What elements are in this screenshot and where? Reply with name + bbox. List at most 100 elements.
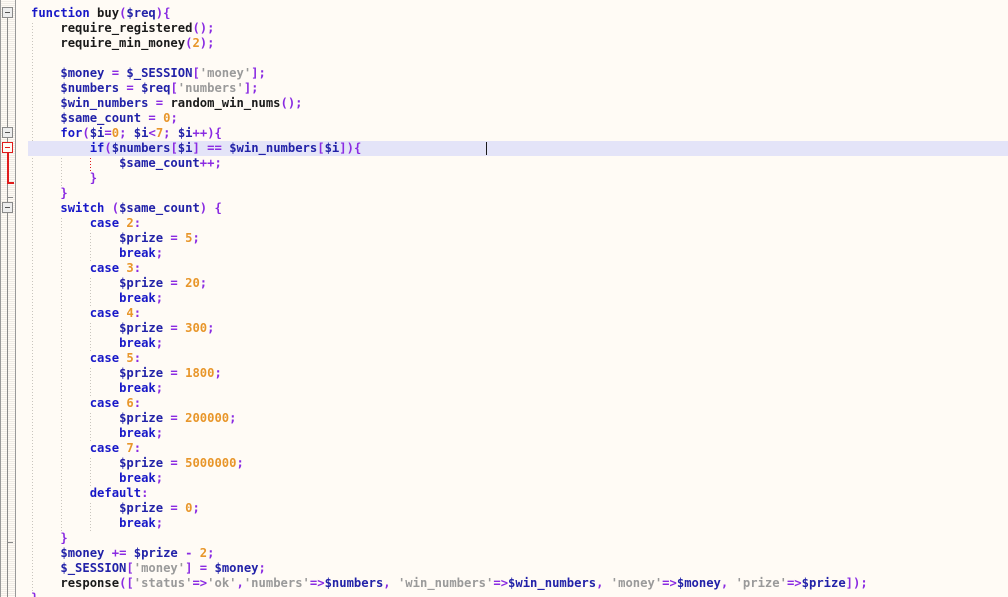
token-punc: ]; [251,66,266,80]
token-punc: = [148,96,171,110]
token-punc: < [148,126,156,140]
token-str: 'money' [133,561,186,575]
token-punc: , [236,576,244,590]
token-punc: } [31,591,38,597]
fold-toggle[interactable] [2,202,13,213]
code-line[interactable]: case 2: [0,216,1008,231]
token-punc: : [141,486,149,500]
token-var: $i [89,126,105,140]
fold-toggle-active[interactable] [2,142,13,153]
code-line-text: switch ($same_count) { [0,201,222,216]
code-line[interactable]: for($i=0; $i<7; $i++){ [0,126,1008,141]
token-punc: ) { [199,201,222,215]
code-line[interactable]: $prize = 5000000; [0,456,1008,471]
token-punc: ; [170,111,178,125]
token-punc: } [89,171,98,185]
code-line[interactable]: $prize = 200000; [0,411,1008,426]
code-line[interactable]: break; [0,246,1008,261]
token-kw: break [119,246,156,260]
code-line[interactable]: $money = $_SESSION['money']; [0,66,1008,81]
code-line[interactable] [0,51,1008,66]
code-line[interactable]: response(['status'=>'ok','numbers'=>$num… [0,576,1008,591]
token-kw: case [89,396,120,410]
code-line[interactable]: case 7: [0,441,1008,456]
token-var: $prize [119,321,164,335]
code-line[interactable]: case 6: [0,396,1008,411]
minus-icon [5,12,10,13]
token-var: $numbers [60,81,120,95]
code-line[interactable]: case 3: [0,261,1008,276]
minus-icon [5,147,10,148]
code-line[interactable]: } [0,171,1008,186]
code-line[interactable]: } [0,531,1008,546]
code-line[interactable]: break; [0,516,1008,531]
token-var: $numbers [111,141,171,155]
fold-toggle[interactable] [2,7,13,18]
code-line[interactable]: break; [0,291,1008,306]
token-var: $money [214,561,259,575]
token-punc: ; [207,546,215,560]
code-line[interactable]: $prize = 5; [0,231,1008,246]
code-line[interactable]: $numbers = $req['numbers']; [0,81,1008,96]
token-punc: ([ [119,576,134,590]
code-line[interactable]: $money += $prize - 2; [0,546,1008,561]
token-punc: [ [192,66,200,80]
code-line[interactable]: $same_count = 0; [0,111,1008,126]
token-punc: => [309,576,325,590]
token-var: $money [676,576,721,590]
code-line[interactable]: case 4: [0,306,1008,321]
code-line[interactable]: break; [0,336,1008,351]
fold-gutter[interactable] [0,0,28,597]
code-area[interactable]: function buy($req){ require_registered()… [0,0,1008,597]
token-punc: = [104,66,127,80]
token-punc: ; [155,246,164,260]
token-punc: : [133,441,142,455]
code-line[interactable]: $win_numbers = random_win_nums(); [0,96,1008,111]
code-line[interactable]: break; [0,426,1008,441]
token-var: $prize [133,546,178,560]
code-line[interactable]: $prize = 300; [0,321,1008,336]
token-punc: , [720,576,736,590]
code-line-text: response(['status'=>'ok','numbers'=>$num… [0,576,867,591]
code-line[interactable]: case 5: [0,351,1008,366]
token-kw: function [31,6,90,20]
code-line[interactable]: break; [0,381,1008,396]
code-line[interactable]: break; [0,471,1008,486]
code-line-text: $prize = 200000; [0,411,236,426]
token-str: 'win_numbers' [397,576,494,590]
token-punc: (); [280,96,303,110]
token-punc: ; [155,426,164,440]
code-line[interactable]: require_registered(); [0,21,1008,36]
token-num: 1800 [185,366,215,380]
code-line[interactable]: } [0,591,1008,597]
code-line[interactable]: $prize = 0; [0,501,1008,516]
code-line-current[interactable]: if($numbers[$i] == $win_numbers[$i]){ [0,141,1008,156]
code-line-text: $prize = 5000000; [0,456,244,471]
token-punc: : [133,261,142,275]
code-line[interactable]: $prize = 20; [0,276,1008,291]
code-line[interactable]: $same_count++; [0,156,1008,171]
code-line[interactable]: switch ($same_count) { [0,201,1008,216]
token-var: $win_numbers [60,96,149,110]
token-num: 5000000 [185,456,237,470]
gutter-hatch [1,0,15,597]
fold-toggle[interactable] [2,127,13,138]
token-kw: case [89,351,120,365]
code-line[interactable]: function buy($req){ [0,6,1008,21]
code-line[interactable]: default: [0,486,1008,501]
token-num: 7 [126,441,134,455]
token-num: 6 [126,396,134,410]
token-var: $prize [119,501,164,515]
code-line[interactable]: $prize = 1800; [0,366,1008,381]
gutter-right-rule [15,0,16,597]
code-line[interactable]: } [0,186,1008,201]
code-editor[interactable]: function buy($req){ require_registered()… [0,0,1008,597]
code-line[interactable]: $_SESSION['money'] = $money; [0,561,1008,576]
token-fn [90,6,97,20]
token-punc: ( [104,201,120,215]
token-var: $i [177,141,193,155]
token-var: $prize [119,276,164,290]
code-line[interactable]: require_min_money(2); [0,36,1008,51]
token-punc: ; [199,276,208,290]
token-var: $prize [801,576,846,590]
